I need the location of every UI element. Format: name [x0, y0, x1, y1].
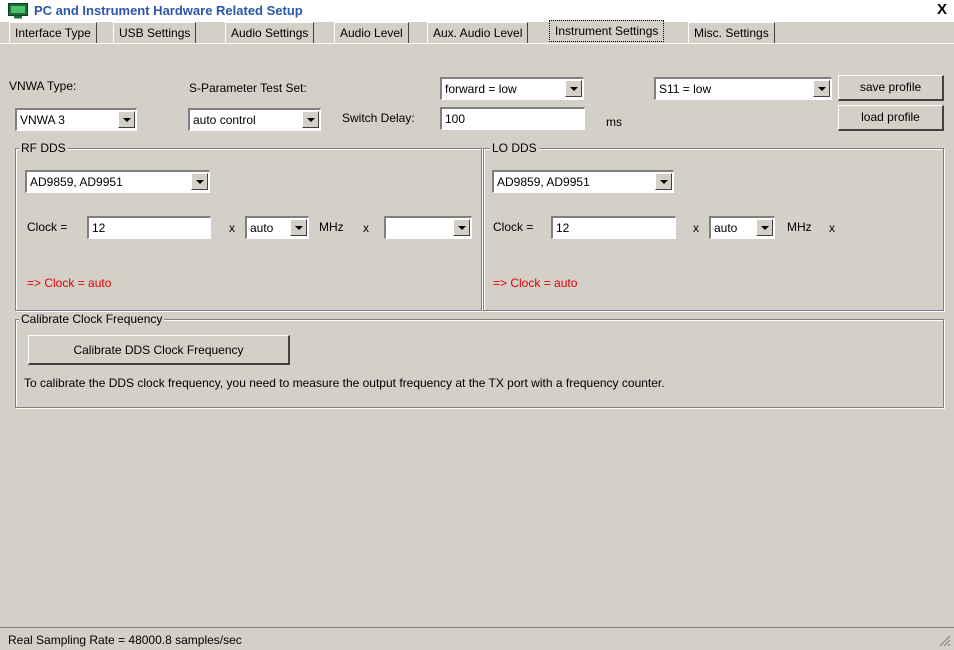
lo-times-1: x	[693, 221, 699, 235]
chevron-down-icon[interactable]	[453, 219, 470, 236]
lo-clock-label: Clock =	[493, 220, 534, 234]
lo-clock-input[interactable]: 12	[551, 216, 676, 239]
tab-aux-audio-level[interactable]: Aux. Audio Level	[427, 22, 529, 43]
save-profile-button[interactable]: save profile	[838, 75, 944, 101]
calibrate-dds-button[interactable]: Calibrate DDS Clock Frequency	[28, 335, 290, 365]
rf-times-1: x	[229, 221, 235, 235]
lo-clock-value: 12	[556, 221, 570, 235]
chevron-down-icon[interactable]	[655, 173, 672, 190]
s11-value: S11 = low	[659, 82, 712, 96]
setup-window: PC and Instrument Hardware Related Setup…	[0, 0, 954, 650]
switch-delay-value: 100	[445, 112, 466, 126]
sparam-mode-value: auto control	[193, 113, 256, 127]
forward-select[interactable]: forward = low	[440, 77, 584, 100]
tab-audio-level[interactable]: Audio Level	[334, 22, 409, 43]
tab-instrument-settings[interactable]: Instrument Settings	[549, 20, 665, 42]
tab-interface-type[interactable]: Interface Type	[9, 22, 97, 43]
lo-dds-chip-value: AD9859, AD9951	[497, 175, 590, 189]
s11-select[interactable]: S11 = low	[654, 77, 832, 100]
rf-multiplier-value: auto	[250, 221, 274, 235]
sampling-rate-status: Real Sampling Rate = 48000.8 samples/sec	[8, 633, 242, 647]
instrument-settings-panel: VNWA Type: VNWA 3 S-Parameter Test Set: …	[0, 43, 954, 627]
vnwa-type-label: VNWA Type:	[9, 79, 77, 93]
rf-clock-result: => Clock = auto	[27, 276, 112, 290]
rf-dds-title: RF DDS	[19, 141, 68, 155]
lo-mhz-label: MHz	[787, 220, 812, 234]
lo-multiplier-value: auto	[714, 221, 738, 235]
tab-usb-settings[interactable]: USB Settings	[113, 22, 197, 43]
lo-dds-title: LO DDS	[490, 141, 539, 155]
load-profile-button[interactable]: load profile	[838, 105, 944, 131]
rf-clock-input[interactable]: 12	[87, 216, 211, 239]
lo-clock-result: => Clock = auto	[493, 276, 578, 290]
rf-dds-chip-select[interactable]: AD9859, AD9951	[25, 170, 210, 193]
forward-value: forward = low	[445, 82, 517, 96]
sparam-mode-select[interactable]: auto control	[188, 108, 321, 131]
rf-multiplier-select[interactable]: auto	[245, 216, 309, 239]
chevron-down-icon[interactable]	[302, 111, 319, 128]
sparam-test-set-label: S-Parameter Test Set:	[189, 81, 307, 95]
chevron-down-icon[interactable]	[118, 111, 135, 128]
rf-clock-value: 12	[92, 221, 106, 235]
chevron-down-icon[interactable]	[756, 219, 773, 236]
status-bar: Real Sampling Rate = 48000.8 samples/sec	[0, 627, 954, 650]
close-icon[interactable]: X	[934, 2, 950, 18]
chevron-down-icon[interactable]	[813, 80, 830, 97]
chevron-down-icon[interactable]	[191, 173, 208, 190]
vnwa-type-value: VNWA 3	[20, 113, 65, 127]
lo-dds-chip-select[interactable]: AD9859, AD9951	[492, 170, 674, 193]
calibrate-description: To calibrate the DDS clock frequency, yo…	[24, 376, 665, 390]
rf-dds-chip-value: AD9859, AD9951	[30, 175, 123, 189]
chevron-down-icon[interactable]	[290, 219, 307, 236]
rf-extra-select[interactable]	[384, 216, 472, 239]
rf-times-2: x	[363, 221, 369, 235]
switch-delay-unit: ms	[606, 115, 622, 129]
instrument-monitor-icon	[8, 3, 28, 19]
tab-audio-settings[interactable]: Audio Settings	[225, 22, 315, 43]
tab-misc-settings[interactable]: Misc. Settings	[688, 22, 775, 43]
switch-delay-input[interactable]: 100	[440, 107, 585, 130]
lo-times-2: x	[829, 221, 835, 235]
switch-delay-label: Switch Delay:	[342, 111, 415, 125]
rf-clock-label: Clock =	[27, 220, 68, 234]
vnwa-type-select[interactable]: VNWA 3	[15, 108, 137, 131]
window-title: PC and Instrument Hardware Related Setup	[34, 3, 303, 18]
lo-multiplier-select[interactable]: auto	[709, 216, 775, 239]
chevron-down-icon[interactable]	[565, 80, 582, 97]
rf-mhz-label: MHz	[319, 220, 344, 234]
resize-grip-icon[interactable]	[939, 635, 951, 647]
calibrate-title: Calibrate Clock Frequency	[19, 312, 165, 326]
title-bar: PC and Instrument Hardware Related Setup…	[0, 0, 954, 22]
